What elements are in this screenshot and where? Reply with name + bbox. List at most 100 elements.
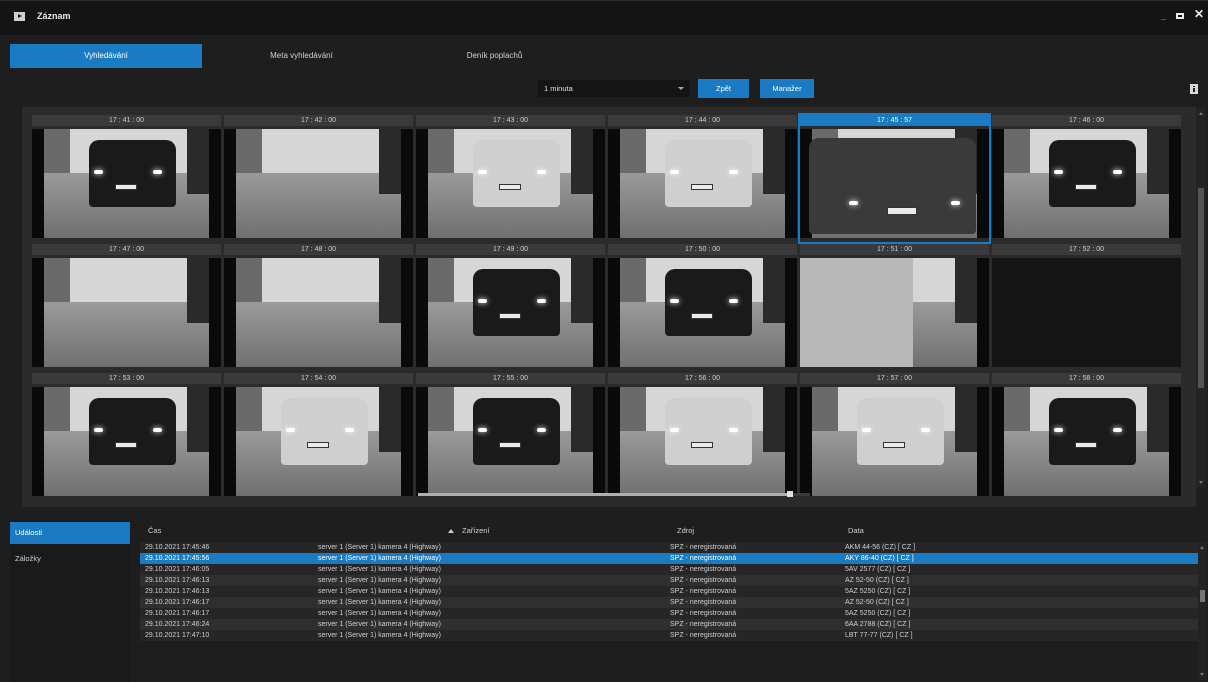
table-cell-source: SPZ - neregistrovaná — [670, 599, 737, 606]
minimize-icon[interactable]: _ — [1161, 10, 1166, 20]
table-cell-data: AZ 52-50 (CZ) [ CZ ] — [845, 577, 909, 584]
camera-thumbnail[interactable]: 17 : 58 : 00 — [992, 373, 1181, 500]
table-cell-time: 29.10.2021 17:46:17 — [145, 610, 210, 617]
camera-snapshot — [800, 258, 989, 367]
thumbnail-timestamp: 17 : 54 : 00 — [224, 373, 413, 384]
scroll-thumb[interactable] — [1200, 590, 1205, 602]
camera-thumbnail[interactable]: 17 : 55 : 00 — [416, 373, 605, 500]
thumbnail-timestamp: 17 : 45 : 57 — [800, 115, 989, 126]
info-icon[interactable] — [1190, 84, 1198, 94]
table-row[interactable]: 29.10.2021 17:47:10 server 1 (Server 1) k… — [140, 630, 1198, 641]
thumbnail-timestamp: 17 : 56 : 00 — [608, 373, 797, 384]
camera-snapshot — [416, 258, 605, 367]
scroll-up-icon[interactable] — [1200, 546, 1204, 549]
sort-ascending-icon — [448, 529, 454, 533]
table-vertical-scrollbar[interactable] — [1198, 542, 1207, 680]
tab-meta-search[interactable]: Meta vyhledávání — [205, 44, 398, 68]
camera-thumbnail[interactable]: 17 : 56 : 00 — [608, 373, 797, 500]
table-row[interactable]: 29.10.2021 17:46:05 server 1 (Server 1) k… — [140, 564, 1198, 575]
camera-thumbnail[interactable]: 17 : 53 : 00 — [32, 373, 221, 500]
tab-alarm-log[interactable]: Deník poplachů — [398, 44, 591, 68]
column-data[interactable]: Data — [848, 526, 864, 535]
manager-button[interactable]: Manažer — [760, 79, 814, 98]
camera-thumbnail[interactable]: 17 : 41 : 00 — [32, 115, 221, 242]
thumbnail-timestamp: 17 : 47 : 00 — [32, 244, 221, 255]
back-button[interactable]: Zpět — [698, 79, 749, 98]
table-cell-device: server 1 (Server 1) kamera 4 (Highway) — [318, 555, 441, 562]
chevron-down-icon — [678, 87, 684, 90]
timeline-handle[interactable] — [787, 491, 793, 497]
table-row[interactable]: 29.10.2021 17:46:24 server 1 (Server 1) k… — [140, 619, 1198, 630]
thumbnail-timestamp: 17 : 55 : 00 — [416, 373, 605, 384]
table-row[interactable]: 29.10.2021 17:46:13 server 1 (Server 1) k… — [140, 575, 1198, 586]
camera-snapshot — [992, 129, 1181, 238]
timeline-scrollbar[interactable] — [418, 491, 810, 497]
table-cell-time: 29.10.2021 17:46:24 — [145, 621, 210, 628]
close-icon[interactable]: ✕ — [1194, 7, 1204, 21]
camera-thumbnail[interactable]: 17 : 52 : 00 — [992, 244, 1181, 371]
tab-search[interactable]: Vyhledávání — [10, 44, 202, 68]
main-tabs: Vyhledávání Meta vyhledávání Deník popla… — [10, 44, 1208, 68]
table-cell-source: SPZ - neregistrovaná — [670, 632, 737, 639]
camera-thumbnail[interactable]: 17 : 54 : 00 — [224, 373, 413, 500]
scroll-thumb[interactable] — [1198, 188, 1204, 388]
table-cell-source: SPZ - neregistrovaná — [670, 544, 737, 551]
table-cell-time: 29.10.2021 17:46:05 — [145, 566, 210, 573]
table-row[interactable]: 29.10.2021 17:46:13 server 1 (Server 1) k… — [140, 586, 1198, 597]
table-row[interactable]: 29.10.2021 17:45:46 server 1 (Server 1) k… — [140, 542, 1198, 553]
column-device[interactable]: Zařízení — [462, 526, 490, 535]
thumbnail-grid: 17 : 41 : 00 17 : 42 : 00 17 : 43 : 00 17 :… — [22, 107, 1196, 507]
timeline-scroll-thumb[interactable] — [418, 493, 790, 496]
camera-thumbnail[interactable]: 17 : 42 : 00 — [224, 115, 413, 242]
grid-vertical-scrollbar[interactable] — [1196, 108, 1206, 488]
table-cell-source: SPZ - neregistrovaná — [670, 610, 737, 617]
camera-thumbnail[interactable]: 17 : 49 : 00 — [416, 244, 605, 371]
camera-snapshot — [608, 387, 797, 496]
table-cell-source: SPZ - neregistrovaná — [670, 555, 737, 562]
table-cell-source: SPZ - neregistrovaná — [670, 588, 737, 595]
thumbnail-timestamp: 17 : 42 : 00 — [224, 115, 413, 126]
camera-thumbnail[interactable]: 17 : 51 : 00 — [800, 244, 989, 371]
table-cell-time: 29.10.2021 17:46:17 — [145, 599, 210, 606]
table-cell-device: server 1 (Server 1) kamera 4 (Highway) — [318, 577, 441, 584]
camera-thumbnail[interactable]: 17 : 48 : 00 — [224, 244, 413, 371]
side-tab-bookmarks[interactable]: Záložky — [10, 548, 130, 570]
camera-thumbnail[interactable]: 17 : 47 : 00 — [32, 244, 221, 371]
thumbnail-timestamp: 17 : 48 : 00 — [224, 244, 413, 255]
maximize-icon[interactable] — [1176, 13, 1184, 19]
camera-thumbnail[interactable]: 17 : 50 : 00 — [608, 244, 797, 371]
camera-snapshot — [800, 129, 989, 238]
events-table-header: Čas Zařízení Zdroj Data — [140, 520, 1198, 542]
play-icon — [14, 12, 25, 21]
thumbnail-timestamp: 17 : 51 : 00 — [800, 244, 989, 255]
thumbnail-timestamp: 17 : 57 : 00 — [800, 373, 989, 384]
camera-thumbnail[interactable]: 17 : 44 : 00 — [608, 115, 797, 242]
scroll-down-icon[interactable] — [1200, 673, 1204, 676]
column-time[interactable]: Čas — [148, 526, 161, 535]
side-tab-events[interactable]: Události — [10, 522, 130, 544]
camera-thumbnail[interactable]: 17 : 57 : 00 — [800, 373, 989, 500]
camera-snapshot — [224, 129, 413, 238]
camera-thumbnail[interactable]: 17 : 43 : 00 — [416, 115, 605, 242]
thumbnail-timestamp: 17 : 50 : 00 — [608, 244, 797, 255]
table-cell-device: server 1 (Server 1) kamera 4 (Highway) — [318, 621, 441, 628]
toolbar: 1 minuta Zpět Manažer — [0, 68, 1208, 104]
column-source[interactable]: Zdroj — [677, 526, 694, 535]
table-cell-source: SPZ - neregistrovaná — [670, 621, 737, 628]
window-title: Záznam — [37, 11, 71, 21]
interval-select[interactable]: 1 minuta — [538, 80, 690, 97]
camera-thumbnail[interactable]: 17 : 45 : 57 — [798, 113, 991, 244]
events-table: 29.10.2021 17:45:46 server 1 (Server 1) k… — [140, 542, 1198, 682]
scroll-up-icon[interactable] — [1199, 112, 1203, 115]
table-cell-data: AKY 86-40 (CZ) [ CZ ] — [845, 555, 914, 562]
scroll-down-icon[interactable] — [1199, 481, 1203, 484]
table-cell-data: LBT 77-77 (CZ) [ CZ ] — [845, 632, 913, 639]
table-row[interactable]: 29.10.2021 17:46:17 server 1 (Server 1) k… — [140, 597, 1198, 608]
camera-thumbnail[interactable]: 17 : 46 : 00 — [992, 115, 1181, 242]
table-row[interactable]: 29.10.2021 17:46:17 server 1 (Server 1) k… — [140, 608, 1198, 619]
table-row[interactable]: 29.10.2021 17:45:56 server 1 (Server 1) k… — [140, 553, 1198, 564]
table-cell-time: 29.10.2021 17:45:56 — [145, 555, 210, 562]
interval-value: 1 minuta — [544, 84, 573, 93]
camera-snapshot — [416, 387, 605, 496]
table-cell-data: 5AV 2577 (CZ) [ CZ ] — [845, 566, 911, 573]
